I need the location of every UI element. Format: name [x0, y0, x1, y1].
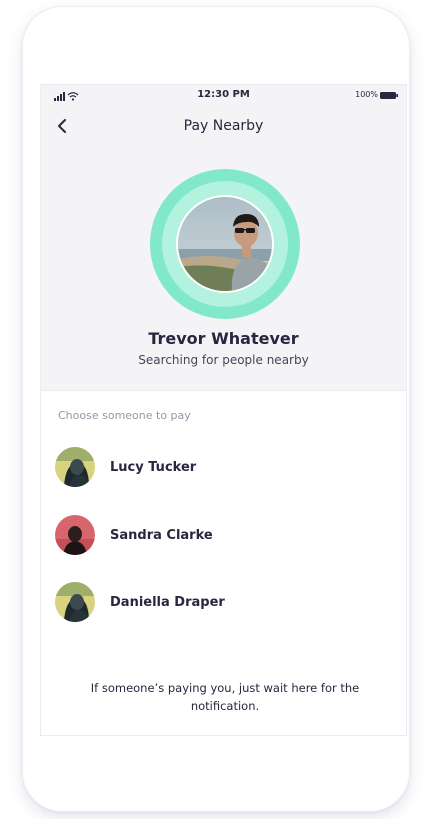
person-name: Daniella Draper — [110, 594, 225, 610]
avatar — [55, 447, 95, 487]
profile-avatar — [176, 195, 274, 293]
person-item-sandra-clarke[interactable]: Sandra Clarke — [55, 513, 385, 557]
person-item-lucy-tucker[interactable]: Lucy Tucker — [55, 445, 385, 489]
avatar — [55, 582, 95, 622]
person-item-daniella-draper[interactable]: Daniella Draper — [55, 580, 385, 624]
battery-percent: 100% — [355, 90, 378, 99]
header-area: 12:30 PM 100% Pay Nearby Trevor Whatever… — [41, 85, 406, 391]
battery-icon — [380, 92, 398, 99]
profile-name: Trevor Whatever — [148, 329, 299, 348]
avatar — [55, 515, 95, 555]
page-title: Pay Nearby — [183, 118, 264, 134]
footer-message: If someone’s paying you, just wait here … — [90, 681, 360, 713]
person-name: Sandra Clarke — [110, 527, 213, 543]
section-label: Choose someone to pay — [58, 409, 191, 422]
status-bar: 12:30 PM 100% — [41, 85, 406, 107]
app-screen: 12:30 PM 100% Pay Nearby Trevor Whatever… — [40, 84, 407, 736]
search-pulse-ring — [150, 169, 300, 319]
search-status: Searching for people nearby — [138, 353, 309, 367]
person-name: Lucy Tucker — [110, 459, 197, 475]
status-time: 12:30 PM — [197, 89, 250, 100]
